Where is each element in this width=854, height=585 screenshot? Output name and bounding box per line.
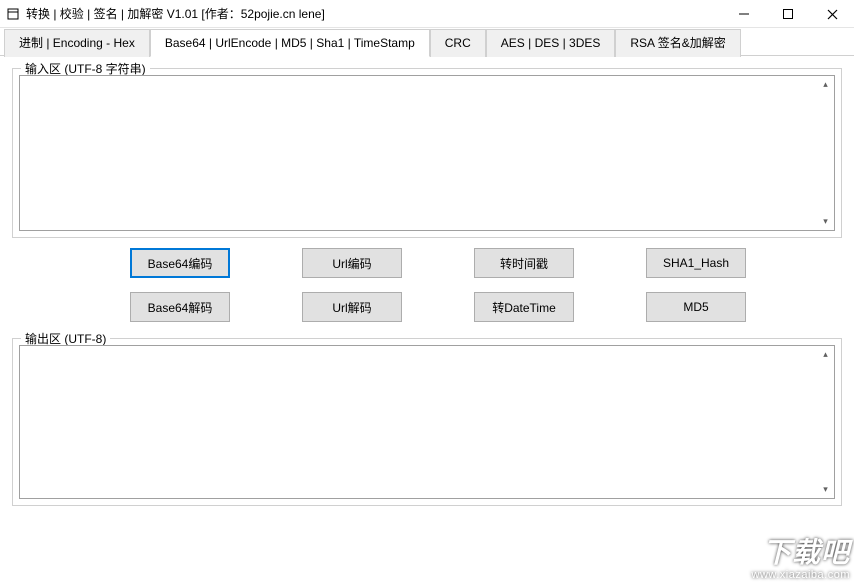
output-textarea[interactable] bbox=[19, 345, 835, 499]
input-textarea[interactable] bbox=[19, 75, 835, 231]
sha1-hash-button[interactable]: SHA1_Hash bbox=[646, 248, 746, 278]
button-row-1: Base64编码 Url编码 转时间戳 SHA1_Hash bbox=[12, 248, 842, 278]
watermark: 下载吧 www.xiazaiba.com bbox=[752, 538, 850, 581]
button-row-2: Base64解码 Url解码 转DateTime MD5 bbox=[12, 292, 842, 322]
app-icon bbox=[6, 7, 20, 21]
md5-button[interactable]: MD5 bbox=[646, 292, 746, 322]
window-title: 转换 | 校验 | 签名 | 加解密 V1.01 [作者：52pojie.cn … bbox=[26, 5, 325, 22]
maximize-button[interactable] bbox=[766, 0, 810, 28]
base64-decode-button[interactable]: Base64解码 bbox=[130, 292, 230, 322]
base64-encode-button[interactable]: Base64编码 bbox=[130, 248, 230, 278]
window-controls bbox=[722, 0, 854, 28]
scroll-down-icon[interactable]: ▾ bbox=[818, 214, 833, 229]
scroll-down-icon[interactable]: ▾ bbox=[818, 482, 833, 497]
tabbar: 进制 | Encoding - Hex Base64 | UrlEncode |… bbox=[0, 28, 854, 56]
to-timestamp-button[interactable]: 转时间戳 bbox=[474, 248, 574, 278]
watermark-text-large: 下载吧 bbox=[752, 538, 850, 569]
content-area: 输入区 (UTF-8 字符串) ▴ ▾ Base64编码 Url编码 转时间戳 … bbox=[0, 56, 854, 514]
tab-base64[interactable]: Base64 | UrlEncode | MD5 | Sha1 | TimeSt… bbox=[150, 29, 430, 57]
scroll-up-icon[interactable]: ▴ bbox=[818, 77, 833, 92]
button-panel: Base64编码 Url编码 转时间戳 SHA1_Hash Base64解码 U… bbox=[12, 238, 842, 334]
input-fieldset: 输入区 (UTF-8 字符串) ▴ ▾ bbox=[12, 68, 842, 238]
scroll-up-icon[interactable]: ▴ bbox=[818, 347, 833, 362]
to-datetime-button[interactable]: 转DateTime bbox=[474, 292, 574, 322]
tab-hex[interactable]: 进制 | Encoding - Hex bbox=[4, 29, 150, 57]
url-decode-button[interactable]: Url解码 bbox=[302, 292, 402, 322]
tab-rsa[interactable]: RSA 签名&加解密 bbox=[615, 29, 740, 57]
watermark-text-small: www.xiazaiba.com bbox=[752, 569, 850, 581]
titlebar: 转换 | 校验 | 签名 | 加解密 V1.01 [作者：52pojie.cn … bbox=[0, 0, 854, 28]
output-fieldset: 输出区 (UTF-8) ▴ ▾ bbox=[12, 338, 842, 506]
tab-crc[interactable]: CRC bbox=[430, 29, 486, 57]
minimize-button[interactable] bbox=[722, 0, 766, 28]
close-button[interactable] bbox=[810, 0, 854, 28]
url-encode-button[interactable]: Url编码 bbox=[302, 248, 402, 278]
tab-aes-des[interactable]: AES | DES | 3DES bbox=[486, 29, 616, 57]
